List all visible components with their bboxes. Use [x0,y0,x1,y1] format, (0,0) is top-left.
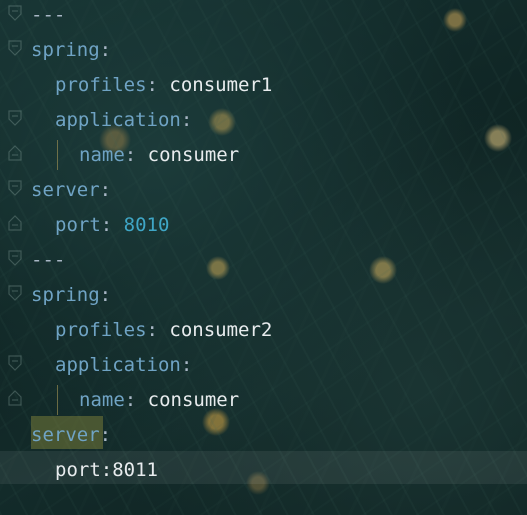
document-separator: --- [31,4,66,26]
yaml-colon: : [100,214,113,236]
code-line[interactable]: server: [31,175,111,210]
code-line[interactable]: port: 8010 [55,210,169,245]
fold-marker-icon[interactable] [8,250,22,266]
yaml-colon: : [180,354,193,376]
code-line[interactable]: application: [55,105,192,140]
yaml-plain-text: port:8011 [55,459,158,481]
yaml-key: server [31,424,100,446]
fold-marker-icon[interactable] [8,5,22,21]
yaml-key: application [55,109,181,131]
yaml-colon: : [124,389,137,411]
code-line[interactable]: name: consumer [79,385,239,420]
yaml-key: profiles [55,319,147,341]
yaml-colon: : [146,319,158,341]
code-line[interactable]: spring: [31,280,111,315]
indent-guide [57,140,58,170]
fold-end-icon[interactable] [8,145,22,161]
yaml-value: consumer [136,144,240,166]
code-line[interactable]: port:8011 [55,455,158,490]
yaml-colon: : [99,179,112,201]
fold-marker-icon[interactable] [8,285,22,301]
yaml-key: name [79,144,125,166]
yaml-key: spring [31,39,100,61]
yaml-key: application [55,354,181,376]
yaml-colon: : [146,74,158,96]
code-line[interactable]: application: [55,350,192,385]
code-line[interactable]: server: [31,420,111,455]
yaml-key: server [31,179,100,201]
document-separator: --- [31,249,66,271]
code-line[interactable]: profiles: consumer1 [55,70,272,105]
yaml-key: profiles [55,74,147,96]
yaml-value: 8010 [112,214,170,236]
yaml-key: spring [31,284,100,306]
indent-guide [57,385,58,415]
fold-marker-icon[interactable] [8,355,22,371]
code-line[interactable]: name: consumer [79,140,239,175]
fold-end-icon[interactable] [8,215,22,231]
yaml-value: consumer [136,389,240,411]
code-line[interactable]: profiles: consumer2 [55,315,272,350]
editor-gutter [0,0,26,515]
yaml-key: name [79,389,125,411]
fold-marker-icon[interactable] [8,110,22,126]
yaml-key: port [55,214,101,236]
code-line[interactable]: spring: [31,35,111,70]
yaml-colon: : [180,109,193,131]
yaml-value: consumer1 [157,74,273,96]
yaml-value: consumer2 [157,319,273,341]
yaml-colon: : [99,424,112,446]
yaml-colon: : [99,39,112,61]
code-line[interactable]: --- [31,245,65,280]
code-line[interactable]: --- [31,0,65,35]
yaml-colon: : [124,144,137,166]
fold-marker-icon[interactable] [8,180,22,196]
yaml-colon: : [99,284,112,306]
fold-marker-icon[interactable] [8,40,22,56]
fold-end-icon[interactable] [8,390,22,406]
